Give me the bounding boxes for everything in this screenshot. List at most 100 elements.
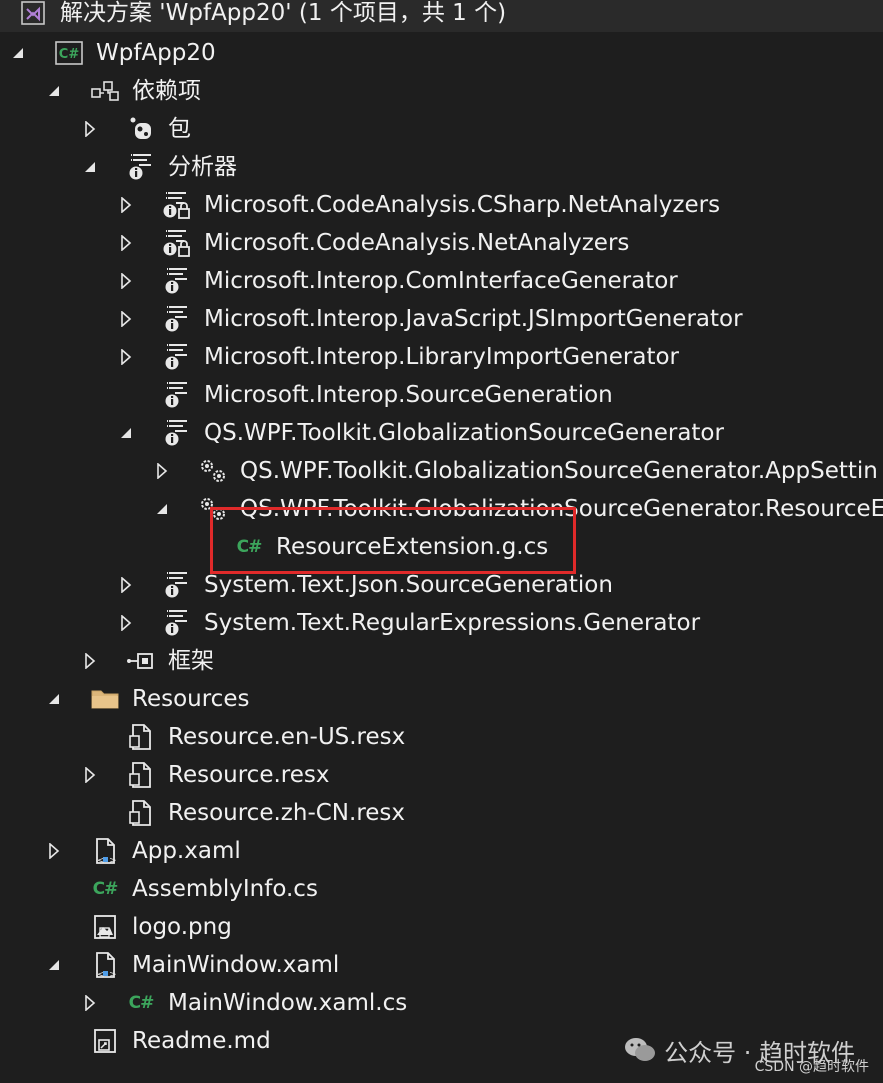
tree-node[interactable]: System.Text.RegularExpressions.Generator <box>0 604 883 642</box>
tree-node[interactable]: C# WpfApp20 <box>0 34 883 72</box>
csharp-project-icon: C# <box>54 34 84 72</box>
tree-node[interactable]: 分析器 <box>0 148 883 186</box>
expanded-arrow-icon[interactable] <box>44 72 64 110</box>
tree-node-label: 依赖项 <box>132 78 201 104</box>
collapsed-arrow-icon[interactable] <box>80 984 100 1022</box>
collapsed-arrow-icon[interactable] <box>116 300 136 338</box>
svg-text:>: > <box>109 970 117 980</box>
tree-node[interactable]: < > App.xaml <box>0 832 883 870</box>
tree-node-label: System.Text.RegularExpressions.Generator <box>204 610 701 636</box>
tree-node-label: QS.WPF.Toolkit.GlobalizationSourceGenera… <box>240 458 878 484</box>
tree-node-label: Resource.resx <box>168 762 330 788</box>
tree-node[interactable]: Microsoft.CodeAnalysis.NetAnalyzers <box>0 224 883 262</box>
tree-node-label: Microsoft.CodeAnalysis.NetAnalyzers <box>204 230 630 256</box>
resx-file-icon <box>126 756 156 794</box>
collapsed-arrow-icon[interactable] <box>116 604 136 642</box>
tree-node-label: 分析器 <box>168 154 237 180</box>
analyzer-icon <box>162 604 192 642</box>
xaml-file-icon: < > <box>90 832 120 870</box>
tree-node-label: WpfApp20 <box>96 40 216 66</box>
collapsed-arrow-icon[interactable] <box>116 186 136 224</box>
expanded-arrow-icon[interactable] <box>44 680 64 718</box>
csdn-mark: CSDN @趋时软件 <box>754 1059 869 1075</box>
tree-node[interactable]: 框架 <box>0 642 883 680</box>
image-file-icon <box>90 908 120 946</box>
analyzer-lock-icon <box>162 186 192 224</box>
svg-text:>: > <box>109 856 117 866</box>
tree-node-label: Microsoft.CodeAnalysis.CSharp.NetAnalyze… <box>204 192 721 218</box>
analyzer-icon <box>162 262 192 300</box>
solution-node[interactable]: 解决方案 'WpfApp20' (1 个项目，共 1 个) <box>0 0 883 32</box>
expanded-arrow-icon[interactable] <box>116 414 136 452</box>
dependencies-icon <box>90 72 120 110</box>
tree-node[interactable]: Resource.en-US.resx <box>0 718 883 756</box>
analyzer-icon <box>162 566 192 604</box>
analyzer-icon <box>162 376 192 414</box>
resx-file-icon <box>126 718 156 756</box>
tree-node[interactable]: Resources <box>0 680 883 718</box>
tree-node[interactable]: < > MainWindow.xaml <box>0 946 883 984</box>
tree-node-label: MainWindow.xaml.cs <box>168 990 408 1016</box>
wechat-icon <box>625 1038 656 1061</box>
analyzer-icon <box>162 414 192 452</box>
collapsed-arrow-icon[interactable] <box>116 224 136 262</box>
analyzer-icon <box>162 338 192 376</box>
tree-node-label: QS.WPF.Toolkit.GlobalizationSourceGenera… <box>204 420 724 446</box>
tree-node[interactable]: C# AssemblyInfo.cs <box>0 870 883 908</box>
analyzer-lock-icon <box>162 224 192 262</box>
tree-node-label: 包 <box>168 116 191 142</box>
tree-node[interactable]: QS.WPF.Toolkit.GlobalizationSourceGenera… <box>0 452 883 490</box>
tree-node-label: Resource.en-US.resx <box>168 724 406 750</box>
tree-node-label: MainWindow.xaml <box>132 952 340 978</box>
xaml-file-icon: < > <box>90 946 120 984</box>
expanded-arrow-icon[interactable] <box>44 946 64 984</box>
expanded-arrow-icon[interactable] <box>8 34 28 72</box>
collapsed-arrow-icon[interactable] <box>44 832 64 870</box>
tree-node-label: Microsoft.Interop.JavaScript.JSImportGen… <box>204 306 743 332</box>
tree-node[interactable]: Microsoft.Interop.JavaScript.JSImportGen… <box>0 300 883 338</box>
tree-node[interactable]: QS.WPF.Toolkit.GlobalizationSourceGenera… <box>0 414 883 452</box>
highlight-rectangle <box>210 507 576 574</box>
collapsed-arrow-icon[interactable] <box>116 566 136 604</box>
tree-node[interactable]: C# MainWindow.xaml.cs <box>0 984 883 1022</box>
analyzer-icon <box>162 300 192 338</box>
markdown-file-icon <box>90 1022 120 1060</box>
csharp-file-icon: C# <box>92 879 119 899</box>
tree-node[interactable]: 包 <box>0 110 883 148</box>
expanded-arrow-icon[interactable] <box>80 148 100 186</box>
collapsed-arrow-icon[interactable] <box>80 756 100 794</box>
analyzer-icon <box>126 148 156 186</box>
svg-text:C#: C# <box>59 47 80 62</box>
package-icon <box>126 110 156 148</box>
tree-node-label: AssemblyInfo.cs <box>132 876 318 902</box>
generator-gears-icon <box>198 452 228 490</box>
tree-node[interactable]: 依赖项 <box>0 72 883 110</box>
tree-node[interactable]: Resource.resx <box>0 756 883 794</box>
tree-node-label: Readme.md <box>132 1028 271 1054</box>
collapsed-arrow-icon[interactable] <box>152 452 172 490</box>
folder-icon <box>90 680 120 718</box>
tree-node-label: logo.png <box>132 914 232 940</box>
solution-title: 解决方案 'WpfApp20' (1 个项目，共 1 个) <box>60 0 507 26</box>
collapsed-arrow-icon[interactable] <box>116 262 136 300</box>
tree-node-label: Microsoft.Interop.ComInterfaceGenerator <box>204 268 678 294</box>
collapsed-arrow-icon[interactable] <box>80 642 100 680</box>
tree-node[interactable]: Microsoft.Interop.LibraryImportGenerator <box>0 338 883 376</box>
resx-file-icon <box>126 794 156 832</box>
tree-node[interactable]: Microsoft.CodeAnalysis.CSharp.NetAnalyze… <box>0 186 883 224</box>
csharp-file-icon: C# <box>128 993 155 1013</box>
tree-node[interactable]: Microsoft.Interop.ComInterfaceGenerator <box>0 262 883 300</box>
tree-node[interactable]: Resource.zh-CN.resx <box>0 794 883 832</box>
collapsed-arrow-icon[interactable] <box>80 110 100 148</box>
tree-node[interactable]: Microsoft.Interop.SourceGeneration <box>0 376 883 414</box>
tree-node-label: Resources <box>132 686 250 712</box>
visual-studio-solution-icon <box>18 0 48 32</box>
tree-node-label: 框架 <box>168 648 214 674</box>
tree-node-label: App.xaml <box>132 838 241 864</box>
tree-node-label: Microsoft.Interop.SourceGeneration <box>204 382 613 408</box>
expanded-arrow-icon[interactable] <box>152 490 172 528</box>
collapsed-arrow-icon[interactable] <box>116 338 136 376</box>
framework-icon <box>126 642 156 680</box>
tree-node[interactable]: logo.png <box>0 908 883 946</box>
tree-node-label: Microsoft.Interop.LibraryImportGenerator <box>204 344 679 370</box>
